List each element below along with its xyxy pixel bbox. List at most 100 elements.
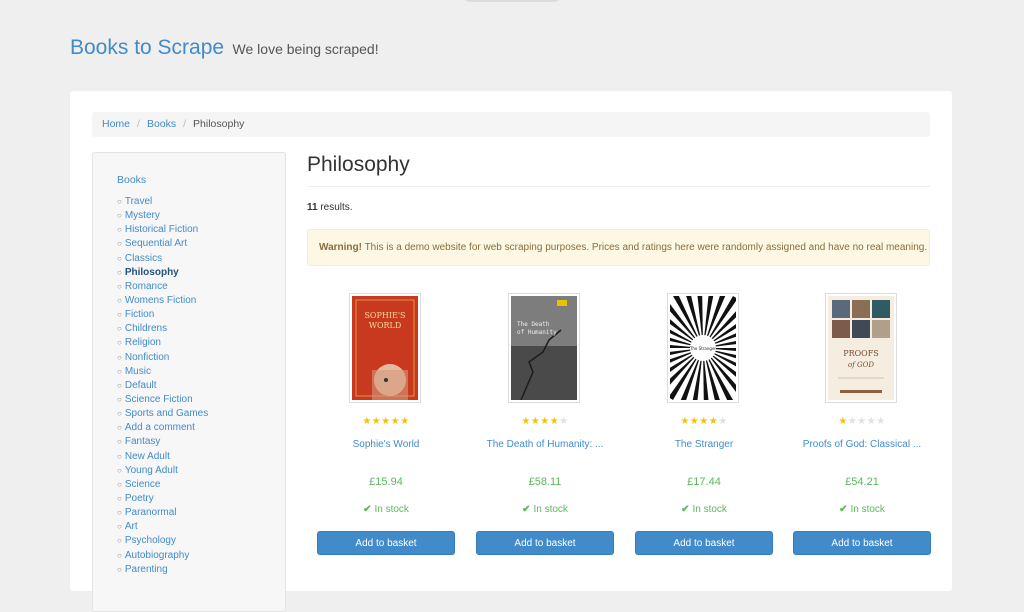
sidebar-item-label[interactable]: Science Fiction <box>125 394 193 405</box>
star-icon: ★ <box>680 416 690 427</box>
sidebar-item-science-fiction[interactable]: ○ Science Fiction <box>117 393 208 407</box>
sidebar-item-label[interactable]: Philosophy <box>125 267 179 278</box>
star-icon: ★ <box>866 416 877 427</box>
sidebar-item-science[interactable]: ○ Science <box>117 478 208 492</box>
sidebar-item-label[interactable]: Sports and Games <box>125 408 208 419</box>
sidebar-item-label[interactable]: Womens Fiction <box>125 295 197 306</box>
add-to-basket-button[interactable]: Add to basket <box>317 531 455 555</box>
sidebar-item-sports-and-games[interactable]: ○ Sports and Games <box>117 407 208 421</box>
book-cover-image[interactable]: The Stranger <box>667 293 739 403</box>
sidebar-item-label[interactable]: Travel <box>125 196 152 207</box>
sidebar-item-mystery[interactable]: ○ Mystery <box>117 209 208 223</box>
sidebar-item-label[interactable]: Childrens <box>125 323 167 334</box>
check-icon: ✔ <box>363 504 372 515</box>
sidebar-item-romance[interactable]: ○ Romance <box>117 280 208 294</box>
bullet-icon: ○ <box>117 479 122 489</box>
star-icon: ★ <box>400 416 410 427</box>
sidebar-item-label[interactable]: Historical Fiction <box>125 224 198 235</box>
sidebar-item-label[interactable]: Religion <box>125 337 161 348</box>
sidebar-item-label[interactable]: Add a comment <box>125 422 195 433</box>
bullet-icon: ○ <box>117 352 122 362</box>
star-icon: ★ <box>847 416 858 427</box>
sidebar-item-travel[interactable]: ○ Travel <box>117 195 208 209</box>
stock-label: In stock <box>850 504 885 515</box>
book-cover-image[interactable]: PROOFS of GOD <box>825 293 897 403</box>
product-card: The Death of Humanity ★★★★★ The Death of Hu… <box>476 293 614 555</box>
sidebar-item-label[interactable]: Autobiography <box>125 550 190 561</box>
sidebar-item-music[interactable]: ○ Music <box>117 365 208 379</box>
availability: ✔ In stock <box>317 504 455 515</box>
sidebar-item-label[interactable]: Fantasy <box>125 436 161 447</box>
sidebar-item-fantasy[interactable]: ○ Fantasy <box>117 435 208 449</box>
alert-strong: Warning! <box>319 242 362 253</box>
sidebar-item-sequential-art[interactable]: ○ Sequential Art <box>117 237 208 251</box>
cover-text: The Stranger <box>689 346 716 351</box>
sidebar-item-add-a-comment[interactable]: ○ Add a comment <box>117 421 208 435</box>
sidebar-item-young-adult[interactable]: ○ Young Adult <box>117 464 208 478</box>
brand-link[interactable]: Books to Scrape <box>70 36 224 59</box>
sidebar-item-paranormal[interactable]: ○ Paranormal <box>117 506 208 520</box>
breadcrumb-books[interactable]: Books <box>147 118 176 130</box>
bullet-icon: ○ <box>117 211 122 221</box>
sidebar-item-philosophy[interactable]: ○ Philosophy <box>117 266 208 280</box>
bullet-icon: ○ <box>117 394 122 404</box>
product-title-link[interactable]: The Stranger <box>635 439 773 450</box>
book-cover-image[interactable]: The Death of Humanity <box>508 293 580 403</box>
check-icon: ✔ <box>681 504 690 515</box>
sidebar-item-label[interactable]: Fiction <box>125 309 154 320</box>
sidebar-item-label[interactable]: Sequential Art <box>125 238 187 249</box>
sidebar-item-label[interactable]: Young Adult <box>125 465 178 476</box>
cover-text: PROOFS <box>843 349 879 358</box>
sidebar-books-link[interactable]: Books <box>117 174 146 186</box>
sidebar-item-label[interactable]: Psychology <box>125 535 176 546</box>
product-card: The Stranger ★★★★★ The Stranger £17.44 ✔ In s… <box>635 293 773 555</box>
breadcrumb-home[interactable]: Home <box>102 118 130 130</box>
product-card: SOPHIE'S WORLD ★★★★★ Sophie's World £15.94 ✔ I… <box>317 293 455 555</box>
sidebar-item-historical-fiction[interactable]: ○ Historical Fiction <box>117 223 208 237</box>
sidebar-item-poetry[interactable]: ○ Poetry <box>117 492 208 506</box>
sidebar-item-label[interactable]: Romance <box>125 281 168 292</box>
add-to-basket-button[interactable]: Add to basket <box>793 531 931 555</box>
add-to-basket-button[interactable]: Add to basket <box>476 531 614 555</box>
book-cover-image[interactable]: SOPHIE'S WORLD <box>349 293 421 403</box>
sidebar-item-womens-fiction[interactable]: ○ Womens Fiction <box>117 294 208 308</box>
product-price: £17.44 <box>687 476 721 488</box>
sidebar-item-childrens[interactable]: ○ Childrens <box>117 322 208 336</box>
sidebar-item-label[interactable]: Paranormal <box>125 507 177 518</box>
sidebar-item-religion[interactable]: ○ Religion <box>117 336 208 350</box>
bullet-icon: ○ <box>117 295 122 305</box>
sidebar-item-label[interactable]: Default <box>125 380 157 391</box>
bullet-icon: ○ <box>117 380 122 390</box>
sidebar-item-classics[interactable]: ○ Classics <box>117 252 208 266</box>
sidebar-item-label[interactable]: Art <box>125 521 138 532</box>
sidebar-item-label[interactable]: Parenting <box>125 564 168 575</box>
sidebar-item-art[interactable]: ○ Art <box>117 520 208 534</box>
bullet-icon: ○ <box>117 451 122 461</box>
warning-alert: Warning! This is a demo website for web … <box>307 229 930 266</box>
bullet-icon: ○ <box>117 508 122 518</box>
star-icon: ★ <box>559 416 569 427</box>
breadcrumb-separator: / <box>137 118 140 130</box>
sidebar-item-psychology[interactable]: ○ Psychology <box>117 534 208 548</box>
check-icon: ✔ <box>522 504 531 515</box>
product-title-link[interactable]: The Death of Humanity: ... <box>476 439 614 450</box>
product-title-link[interactable]: Proofs of God: Classical ... <box>793 439 931 450</box>
sidebar-item-new-adult[interactable]: ○ New Adult <box>117 450 208 464</box>
sidebar-item-label[interactable]: New Adult <box>125 451 170 462</box>
top-tab <box>462 0 562 2</box>
sidebar-item-parenting[interactable]: ○ Parenting <box>117 563 208 577</box>
sidebar-item-label[interactable]: Poetry <box>125 493 154 504</box>
sidebar-item-label[interactable]: Science <box>125 479 161 490</box>
sidebar-item-label[interactable]: Classics <box>125 253 162 264</box>
sidebar-item-fiction[interactable]: ○ Fiction <box>117 308 208 322</box>
tagline: We love being scraped! <box>232 41 379 57</box>
sidebar-item-label[interactable]: Mystery <box>125 210 160 221</box>
sidebar-item-default[interactable]: ○ Default <box>117 379 208 393</box>
bullet-icon: ○ <box>117 324 122 334</box>
product-title-link[interactable]: Sophie's World <box>317 439 455 450</box>
sidebar-item-nonfiction[interactable]: ○ Nonfiction <box>117 351 208 365</box>
sidebar-item-autobiography[interactable]: ○ Autobiography <box>117 549 208 563</box>
sidebar-item-label[interactable]: Nonfiction <box>125 352 169 363</box>
add-to-basket-button[interactable]: Add to basket <box>635 531 773 555</box>
sidebar-item-label[interactable]: Music <box>125 366 151 377</box>
